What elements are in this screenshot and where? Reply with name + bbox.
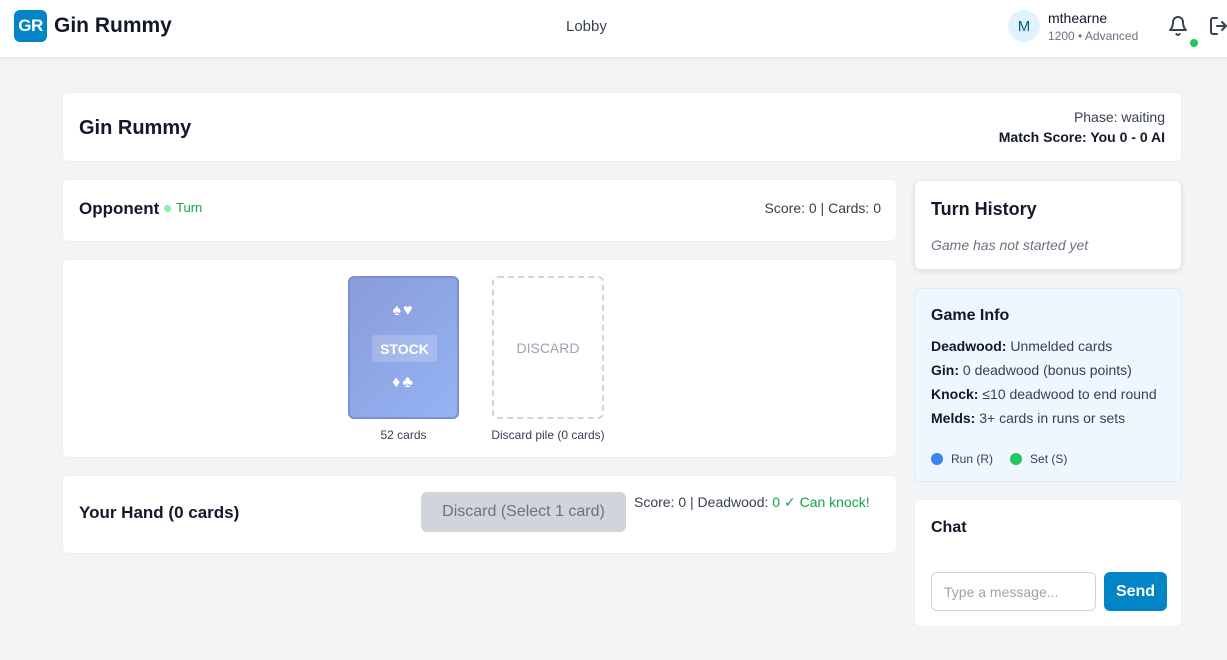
- opponent-label: Opponent: [79, 199, 160, 218]
- opponent-stats: Score: 0 | Cards: 0: [764, 200, 881, 216]
- turn-indicator-label: Turn: [176, 200, 203, 215]
- stock-count: 52 cards: [380, 428, 427, 442]
- discard-pile[interactable]: DISCARD: [492, 276, 604, 419]
- online-status-dot: [1190, 39, 1198, 47]
- game-phase: Phase: waiting: [1073, 109, 1165, 125]
- rule-knock: Knock: ≤10 deadwood to end round: [931, 386, 1157, 402]
- game-info-rules: Deadwood: Unmelded cards Gin: 0 deadwood…: [931, 334, 1171, 430]
- stock-label: STOCK: [372, 335, 437, 362]
- app-title[interactable]: Gin Rummy: [54, 14, 172, 38]
- set-legend-label: Set (S): [1030, 452, 1068, 466]
- nav-link-lobby[interactable]: Lobby: [566, 18, 607, 35]
- turn-indicator-dot: [164, 205, 171, 212]
- chat-panel: Chat Send: [914, 499, 1182, 627]
- chat-title: Chat: [931, 519, 967, 536]
- game-header: Gin Rummy Phase: waiting Match Score: Yo…: [62, 92, 1182, 162]
- suit-icons-bottom: ♦♣: [392, 374, 415, 391]
- suit-icons-top: ♠♥: [392, 302, 415, 319]
- chat-message-input[interactable]: [931, 572, 1096, 611]
- bell-icon[interactable]: [1167, 14, 1189, 38]
- turn-history-panel: Turn History Game has not started yet: [914, 180, 1182, 270]
- opponent-panel: Opponent Turn Score: 0 | Cards: 0: [62, 179, 897, 242]
- user-name: mthearne: [1048, 10, 1108, 26]
- match-score: Match Score: You 0 - 0 AI: [998, 129, 1165, 145]
- hand-stats: Score: 0 | Deadwood: 0 ✓ Can knock!: [634, 494, 870, 511]
- top-navbar: GR Gin Rummy Lobby M mthearne 1200 • Adv…: [0, 0, 1227, 58]
- player-hand-panel: Your Hand (0 cards) Discard (Select 1 ca…: [62, 475, 897, 554]
- run-legend-dot: [931, 453, 943, 465]
- app-logo[interactable]: GR: [14, 10, 47, 42]
- avatar[interactable]: M: [1008, 10, 1040, 42]
- meld-legend: Run (R) Set (S): [931, 452, 1067, 466]
- set-legend-dot: [1010, 453, 1023, 465]
- send-button[interactable]: Send: [1104, 572, 1167, 611]
- game-info-panel: Game Info Deadwood: Unmelded cards Gin: …: [914, 288, 1182, 482]
- user-rating-level: 1200 • Advanced: [1048, 29, 1139, 43]
- discard-button[interactable]: Discard (Select 1 card): [421, 492, 626, 532]
- logout-icon[interactable]: [1210, 16, 1227, 36]
- run-legend-label: Run (R): [951, 452, 994, 466]
- game-table: ♠♥ STOCK ♦♣ 52 cards DISCARD Discard pil…: [62, 259, 897, 458]
- rule-deadwood: Deadwood: Unmelded cards: [931, 338, 1113, 354]
- deadwood-value: 0 ✓ Can knock!: [772, 494, 870, 510]
- turn-history-empty: Game has not started yet: [931, 237, 1089, 253]
- stock-pile[interactable]: ♠♥ STOCK ♦♣: [348, 276, 459, 419]
- page-title: Gin Rummy: [79, 117, 192, 139]
- discard-count: Discard pile (0 cards): [491, 428, 605, 442]
- turn-history-title: Turn History: [931, 199, 1037, 219]
- hand-title: Your Hand (0 cards): [79, 503, 240, 522]
- hand-score-text: Score: 0 | Deadwood:: [634, 494, 773, 510]
- rule-gin: Gin: 0 deadwood (bonus points): [931, 362, 1132, 378]
- rule-melds: Melds: 3+ cards in runs or sets: [931, 410, 1126, 426]
- game-info-title: Game Info: [931, 307, 1010, 324]
